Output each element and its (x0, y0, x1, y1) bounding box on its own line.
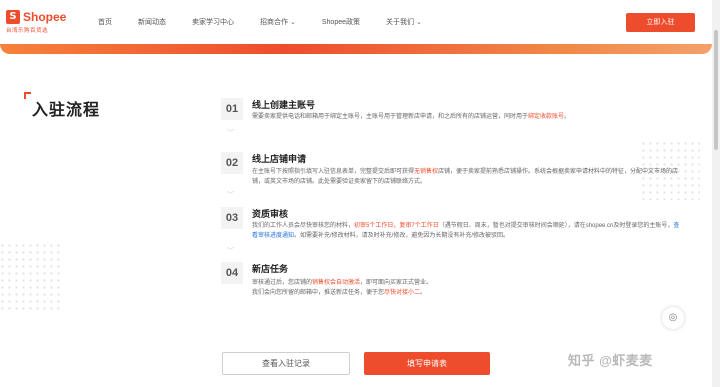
nav-item-about[interactable]: 关于我们 ⌄ (386, 17, 422, 27)
desc-text: （遇节假日、周末，暂也对提交审核时间会顺延），请在shopee.cn及时登录您的… (438, 223, 674, 229)
nav-label: 新闻动态 (138, 19, 166, 26)
dot-pattern-decoration (0, 242, 62, 314)
nav-label: 卖家学习中心 (192, 19, 234, 26)
desc-text: 。如需要补充/修改材料，请及时补充/修改，避免因为长期没有补充/修改被驳回。 (294, 233, 510, 239)
step-description: 需要卖家提供电话和邮箱用于绑定主账号，主账号用于管理新店申请，和之后所有的店铺运… (252, 112, 684, 122)
step-description: 我们的工作人员会尽快审核您的材料，初审5个工作日，复审7个工作日（遇节假日、周末… (252, 221, 684, 241)
hero-banner-edge (0, 44, 712, 54)
chevron-down-icon: ⌄ (416, 19, 422, 26)
chevron-down-icon: ﹀ (227, 248, 234, 255)
nav-label: 关于我们 (386, 19, 415, 26)
chevron-down-icon: ⌄ (290, 19, 296, 26)
step-title: 线上创建主账号 (252, 100, 316, 110)
desc-highlight: 销售权会自动激活 (312, 280, 361, 286)
section-title: 入驻流程 (32, 102, 101, 119)
headset-icon[interactable]: ◎ (662, 307, 684, 329)
desc-text: 审核通过后，您店铺的 (252, 280, 313, 286)
nav-label: 招商合作 (260, 19, 288, 26)
desc-highlight: 无销售权 (414, 169, 439, 175)
fill-application-button[interactable]: 填写申请表 (364, 352, 490, 375)
nav-label: 首页 (98, 19, 112, 26)
join-now-button[interactable]: 立即入驻 (626, 13, 695, 32)
step-number: 04 (221, 262, 243, 284)
logo-subtitle: 台湾乐购百货选 (6, 28, 49, 34)
watermark: 知乎 @虾麦麦 (568, 353, 653, 368)
view-records-button[interactable]: 查看入驻记录 (222, 352, 350, 375)
chevron-down-icon: ﹀ (227, 130, 234, 137)
step-number: 02 (221, 152, 243, 174)
desc-text: 我们的工作人员会尽快审核您的材料， (252, 223, 355, 229)
top-header: S Shopee 台湾乐购百货选 首页 新闻动态 卖家学习中心 招商合作 ⌄ Sh… (0, 0, 712, 44)
step-description: 审核通过后，您店铺的销售权会自动激活，即可面向买家正式营业。我们会向您所留的邮箱… (252, 278, 684, 298)
title-bracket-decoration (24, 92, 31, 99)
step-number: 01 (221, 98, 243, 120)
desc-text: 我们会向您所留的邮箱中，推送新店任务，便于您 (252, 290, 385, 296)
desc-text: 需要卖家提供电话和邮箱用于绑定主账号，主账号用于管理新店申请，和之后所有的店铺运… (252, 114, 529, 120)
nav-item-policy[interactable]: Shopee政策 (322, 17, 360, 27)
desc-text: 。 (564, 114, 571, 120)
desc-text: ，即可面向买家正式营业。 (360, 280, 433, 286)
nav-item-learning[interactable]: 卖家学习中心 (192, 17, 234, 27)
desc-highlight: 绑定收款账号 (528, 114, 565, 120)
step-description: 在主账号下按照指引填写入驻信息表单，完整提交后即可获得无销售权店铺，便于卖家提前… (252, 167, 684, 187)
nav-item-home[interactable]: 首页 (98, 17, 112, 27)
nav-label: Shopee政策 (321, 19, 361, 26)
page: S Shopee 台湾乐购百货选 首页 新闻动态 卖家学习中心 招商合作 ⌄ Sh… (0, 0, 720, 387)
desc-text: 。 (420, 290, 427, 296)
shopee-logo[interactable]: S Shopee 台湾乐购百货选 (6, 10, 66, 34)
nav-item-news[interactable]: 新闻动态 (138, 17, 166, 27)
page-scrollbar[interactable] (712, 0, 720, 387)
shopee-bag-icon: S (6, 10, 20, 24)
desc-highlight: 初审5个工作日，复审7个工作日 (354, 223, 439, 229)
desc-highlight: 尽快对接小二 (384, 290, 421, 296)
main-nav: 首页 新闻动态 卖家学习中心 招商合作 ⌄ Shopee政策 关于我们 ⌄ (98, 17, 448, 27)
step-title: 线上店铺申请 (252, 154, 307, 164)
step-title: 资质审核 (252, 209, 289, 219)
logo-text: Shopee (23, 10, 67, 24)
step-number: 03 (221, 207, 243, 229)
desc-text: 在主账号下按照指引填写入驻信息表单，完整提交后即可获得 (252, 169, 415, 175)
scrollbar-thumb[interactable] (714, 30, 718, 150)
chevron-down-icon: ﹀ (227, 192, 234, 199)
nav-item-cooperation[interactable]: 招商合作 ⌄ (260, 17, 296, 27)
step-title: 新店任务 (252, 264, 289, 274)
